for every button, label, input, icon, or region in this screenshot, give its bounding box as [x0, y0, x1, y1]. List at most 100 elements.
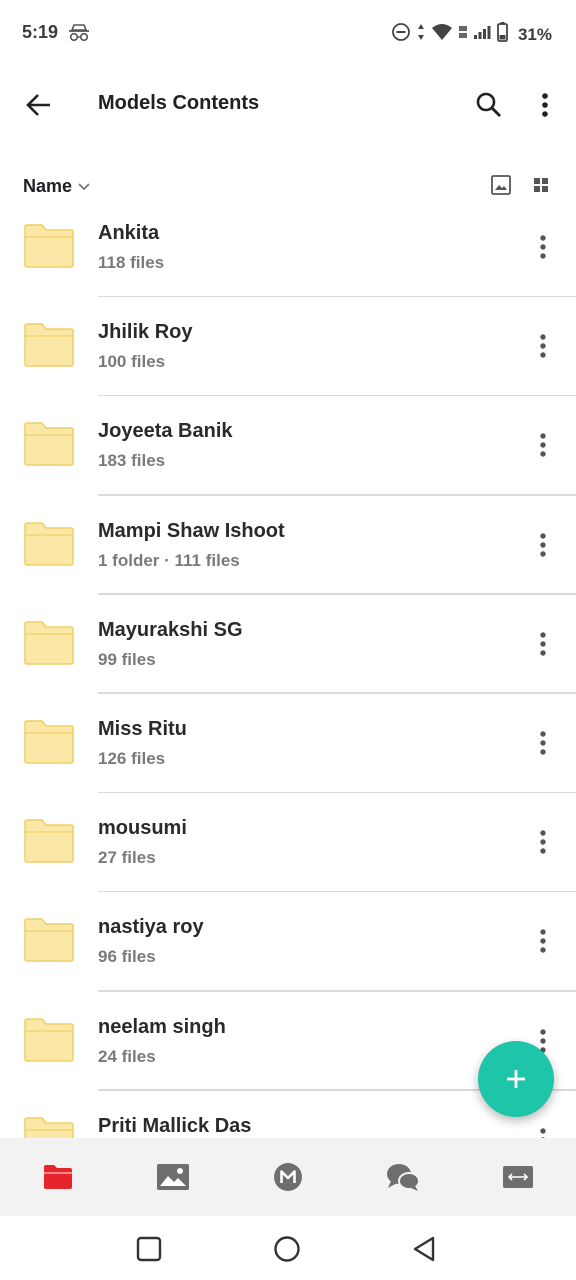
- folder-meta: 183 files: [98, 451, 166, 471]
- nav-photos[interactable]: [115, 1138, 230, 1216]
- folder-icon: [24, 1017, 74, 1062]
- dnd-icon: [391, 22, 411, 47]
- folder-name: neelam singh: [98, 1015, 226, 1038]
- item-more-button[interactable]: [530, 430, 556, 460]
- folder-name: Mampi Shaw Ishoot: [98, 519, 285, 542]
- folder-list: Ankita 118 files Jhilik Roy 100 files Jo…: [0, 198, 576, 1138]
- more-options-button[interactable]: [528, 88, 562, 122]
- incognito-icon: [68, 22, 90, 47]
- more-vert-icon: [540, 731, 546, 755]
- item-more-button[interactable]: [530, 926, 556, 956]
- home-button[interactable]: [272, 1234, 302, 1264]
- folder-meta: 118 files: [98, 253, 165, 272]
- folder-name: nastiya roy: [98, 916, 204, 939]
- list-item[interactable]: nastiya roy 96 files: [0, 892, 576, 992]
- triangle-back-icon: [413, 1236, 435, 1262]
- nav-chat[interactable]: [346, 1138, 461, 1216]
- square-icon: [136, 1236, 162, 1262]
- battery-icon: [497, 22, 508, 47]
- item-more-button[interactable]: [530, 232, 556, 262]
- folder-icon: [24, 819, 74, 863]
- folder-meta: 99 files: [98, 649, 156, 669]
- mega-icon: [274, 1163, 302, 1191]
- grid-view-button[interactable]: [530, 174, 554, 198]
- more-vert-icon: [540, 632, 546, 656]
- list-item[interactable]: Jhilik Roy 100 files: [0, 297, 576, 397]
- more-vert-icon: [540, 433, 546, 458]
- item-more-button[interactable]: [530, 1125, 556, 1138]
- folder-icon: [24, 224, 74, 268]
- list-item[interactable]: mousumi 27 files: [0, 793, 576, 893]
- more-vert-icon: [540, 1127, 546, 1138]
- add-button[interactable]: [478, 1041, 554, 1117]
- files-icon: [43, 1165, 72, 1189]
- back-arrow-icon: [26, 94, 50, 116]
- page-title: Models Contents: [98, 92, 260, 114]
- folder-name: mousumi: [98, 817, 187, 840]
- more-vert-icon: [542, 93, 548, 117]
- folder-meta: 27 files: [98, 848, 156, 868]
- sort-label: Name: [23, 176, 73, 196]
- list-item[interactable]: Joyeeta Banik 183 files: [0, 396, 576, 496]
- thumbnail-view-button[interactable]: [490, 174, 514, 198]
- status-icons: 31%: [391, 22, 552, 47]
- recents-button[interactable]: [134, 1234, 164, 1264]
- sort-dropdown[interactable]: Name: [23, 176, 90, 197]
- image-icon: [491, 175, 511, 195]
- item-more-button[interactable]: [530, 728, 556, 758]
- folder-icon: [24, 720, 74, 764]
- more-vert-icon: [540, 334, 546, 358]
- nav-home[interactable]: [230, 1138, 345, 1216]
- folder-meta: 24 files: [98, 1046, 156, 1066]
- folder-name: Jhilik Roy: [98, 321, 193, 344]
- folder-icon: [24, 621, 74, 665]
- chat-icon: [387, 1164, 421, 1191]
- folder-name: Mayurakshi SG: [98, 618, 243, 641]
- list-item[interactable]: Mampi Shaw Ishoot 1 folder · 111 files: [0, 496, 576, 595]
- search-button[interactable]: [472, 88, 506, 122]
- folder-icon: [24, 422, 74, 467]
- list-item[interactable]: Miss Ritu 126 files: [0, 694, 576, 794]
- grid-icon: [534, 178, 548, 192]
- more-vert-icon: [540, 929, 546, 954]
- chevron-down-icon: [78, 182, 90, 190]
- data-arrows-icon: [417, 23, 425, 46]
- list-item[interactable]: Ankita 118 files: [0, 198, 576, 298]
- status-time: 5:19: [22, 22, 59, 42]
- back-nav-button[interactable]: [409, 1234, 439, 1264]
- list-item[interactable]: Mayurakshi SG 99 files: [0, 595, 576, 694]
- bottom-navigation: [0, 1138, 576, 1216]
- nav-cloud-drive[interactable]: [0, 1138, 115, 1216]
- nav-transfers[interactable]: [461, 1138, 576, 1216]
- folder-meta: 126 files: [98, 748, 166, 768]
- more-vert-icon: [540, 830, 546, 854]
- folder-icon: [24, 521, 74, 566]
- wifi-icon: [431, 23, 453, 46]
- item-more-button[interactable]: [530, 331, 556, 361]
- folder-icon: [24, 1116, 74, 1138]
- item-more-button[interactable]: [530, 530, 556, 560]
- item-more-button[interactable]: [530, 827, 556, 857]
- status-bar: 5:19 31%: [0, 0, 576, 66]
- transfers-icon: [503, 1166, 534, 1188]
- item-more-button[interactable]: [530, 629, 556, 659]
- signal-icon: [473, 24, 491, 45]
- folder-meta: 96 files: [98, 947, 156, 967]
- more-vert-icon: [540, 532, 546, 557]
- folder-name: Priti Mallick Das: [98, 1114, 252, 1137]
- volte-icon: [458, 24, 467, 45]
- folder-icon: [24, 323, 74, 367]
- back-button[interactable]: [22, 88, 56, 122]
- battery-percent: 31%: [517, 24, 552, 44]
- system-navigation-bar: [0, 1216, 576, 1280]
- folder-meta: 1 folder · 111 files: [98, 550, 240, 570]
- plus-icon: [507, 1070, 525, 1088]
- more-vert-icon: [540, 235, 546, 259]
- folder-name: Joyeeta Banik: [98, 420, 233, 443]
- folder-name: Ankita: [98, 222, 160, 244]
- app-screen: 5:19 31% Models Contents Name Ankita 118…: [0, 0, 576, 1280]
- folder-name: Miss Ritu: [98, 717, 187, 740]
- app-bar: Models Contents: [0, 66, 576, 142]
- folder-icon: [24, 918, 74, 963]
- photos-icon: [156, 1164, 189, 1190]
